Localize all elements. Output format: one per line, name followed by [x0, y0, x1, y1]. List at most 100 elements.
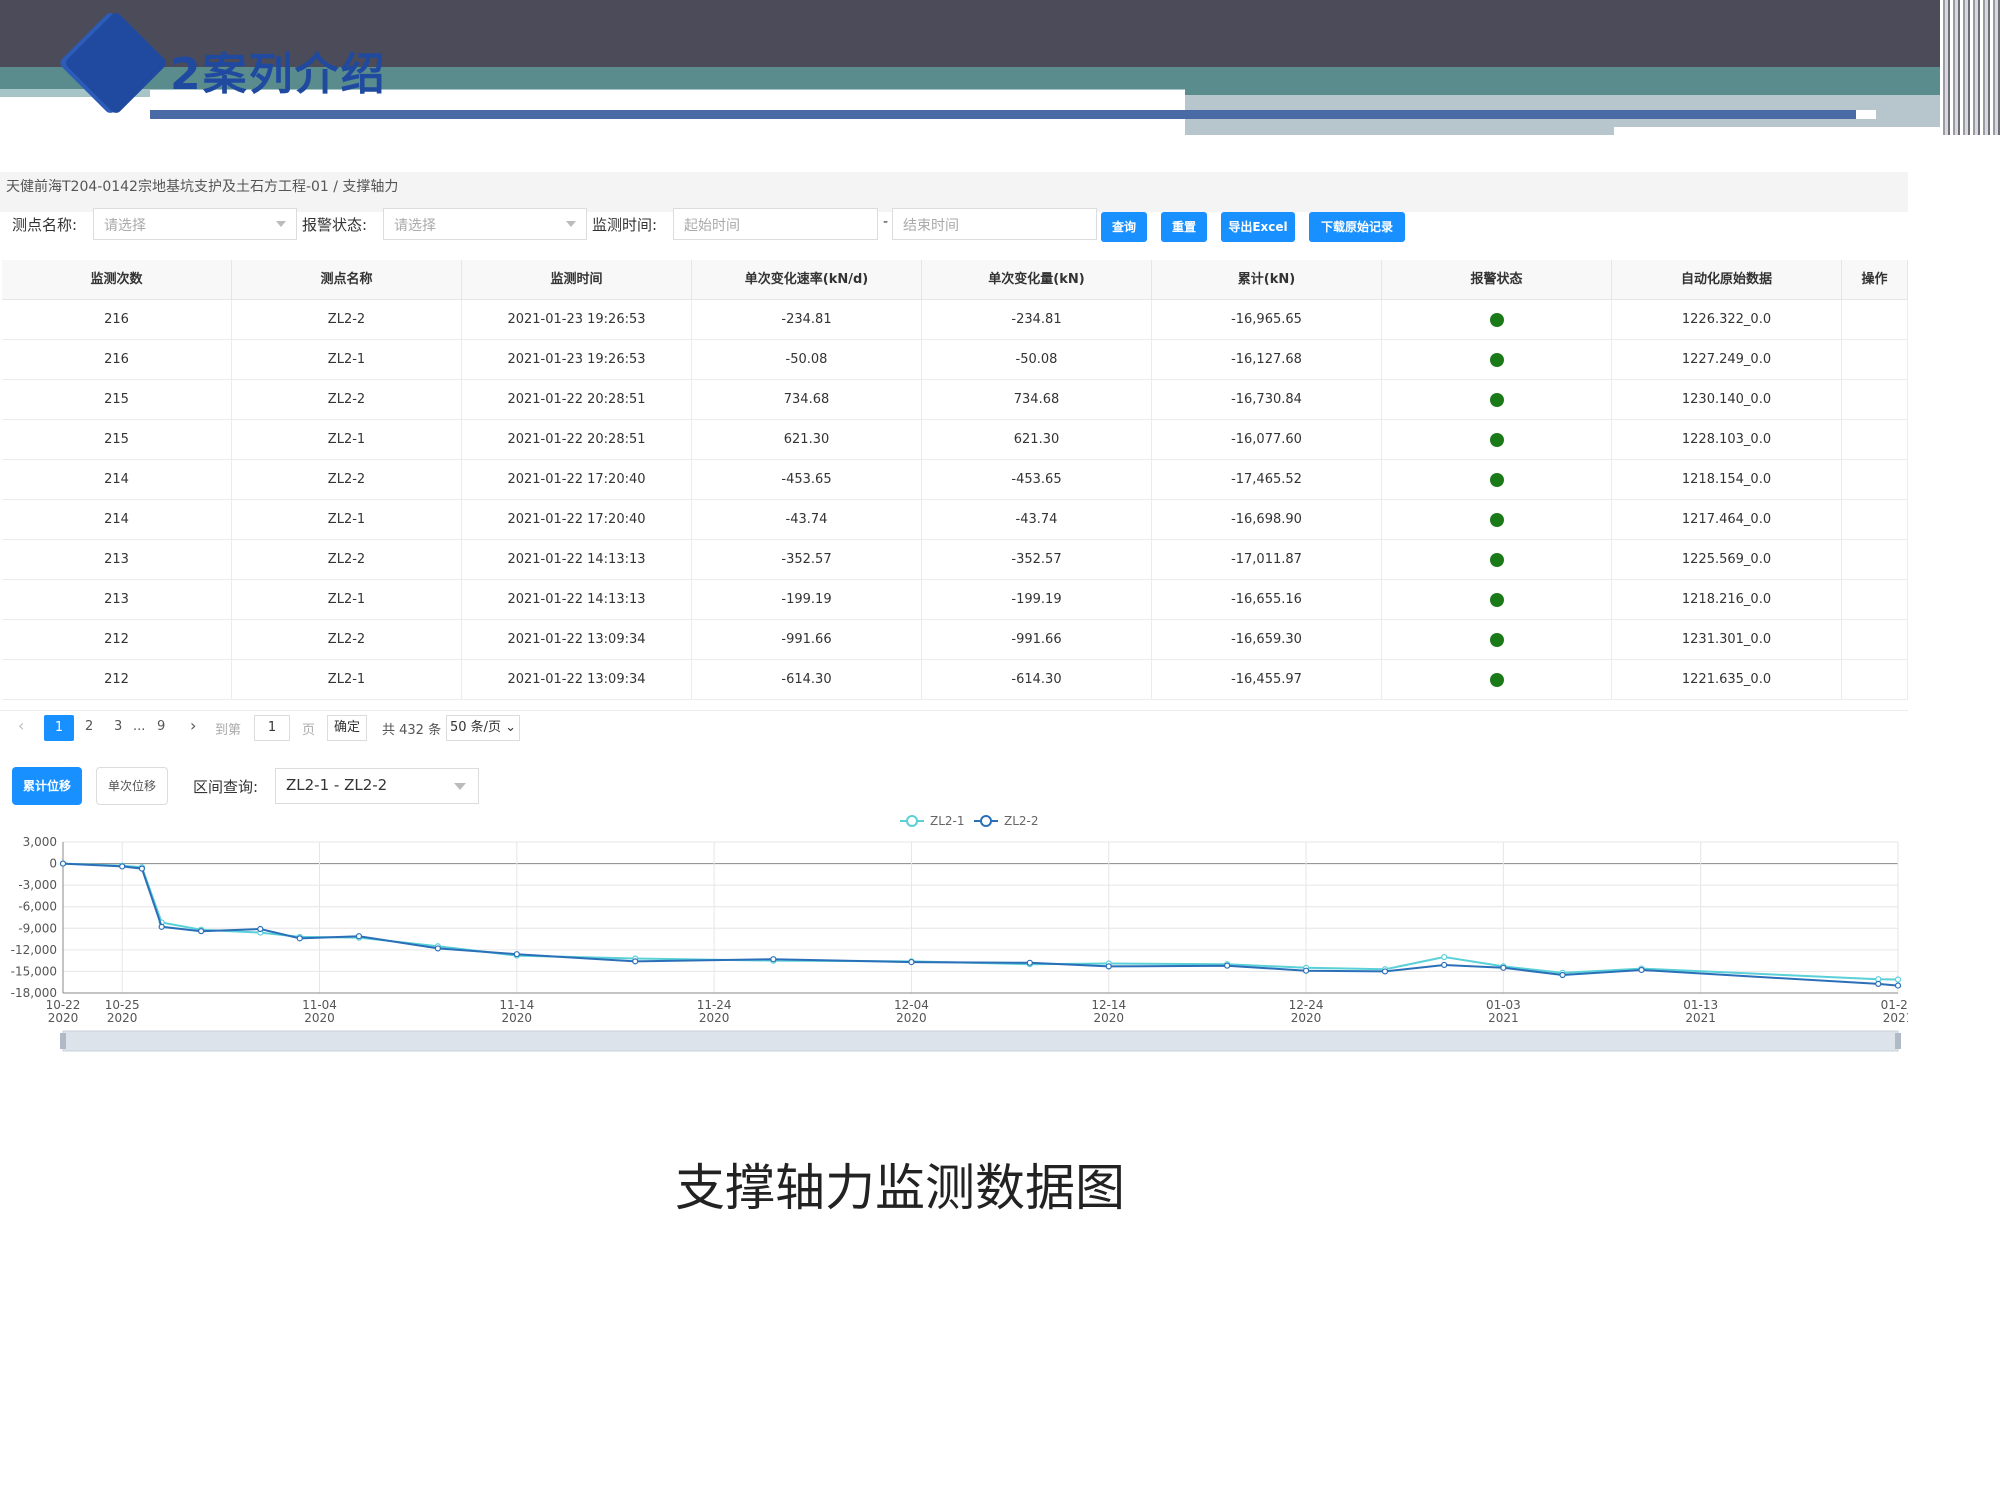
- header-band-gray-cut: [1614, 127, 1940, 135]
- start-time-input[interactable]: 起始时间: [673, 208, 878, 240]
- alarm-status-cell: [1382, 580, 1612, 620]
- cell-raw: 1218.216_0.0: [1612, 580, 1842, 620]
- cell-point: ZL2-1: [232, 660, 462, 700]
- cell-point: ZL2-1: [232, 420, 462, 460]
- alarm-status-select[interactable]: 请选择: [383, 208, 587, 240]
- data-point: [908, 958, 915, 966]
- point-name-placeholder: 请选择: [104, 218, 146, 234]
- cell-time: 2021-01-22 14:13:13: [462, 540, 692, 580]
- alarm-status-label: 报警状态:: [302, 216, 368, 234]
- point-name-select[interactable]: 请选择: [93, 208, 297, 240]
- data-point: [355, 933, 363, 940]
- alarm-status-cell: [1382, 660, 1612, 700]
- cell-time: 2021-01-22 20:28:51: [462, 420, 692, 460]
- next-page-icon[interactable]: ›: [190, 716, 196, 735]
- x-tick-year: 2020: [896, 1011, 927, 1025]
- goto-page-input[interactable]: 1: [254, 715, 290, 741]
- data-point: [1224, 962, 1231, 969]
- query-button[interactable]: 查询: [1101, 212, 1147, 242]
- page-unit-label: 页: [302, 723, 316, 738]
- cell-raw: 1217.464_0.0: [1612, 500, 1842, 540]
- cell-total: -16,455.97: [1152, 660, 1382, 700]
- table-row[interactable]: 215 ZL2-2 2021-01-22 20:28:51 734.68 734.68-…: [2, 380, 1908, 420]
- cell-change: 734.68: [922, 380, 1152, 420]
- cell-total: -16,730.84: [1152, 380, 1382, 420]
- cell-point: ZL2-2: [232, 460, 462, 500]
- alarm-status-cell: [1382, 460, 1612, 500]
- table-row[interactable]: 216 ZL2-1 2021-01-23 19:26:53 -50.08 -50.08-…: [2, 340, 1908, 380]
- x-tick-year: 2020: [48, 1011, 79, 1025]
- page-2-button[interactable]: 2: [85, 719, 93, 734]
- series-line: [62, 862, 1899, 987]
- actions-cell: [1842, 420, 1908, 460]
- page-size-select[interactable]: 50 条/页 ⌄: [446, 715, 520, 741]
- actions-cell: [1842, 580, 1908, 620]
- cell-point: ZL2-1: [232, 340, 462, 380]
- cell-rate: 621.30: [692, 420, 922, 460]
- axial-force-chart: ZL2-1 ZL2-2 3,000 0 -3,000 -6,000 -9,000 -12,00…: [11, 814, 1908, 1052]
- table-row[interactable]: 213 ZL2-1 2021-01-22 14:13:13 -199.19 -199.1…: [2, 580, 1908, 620]
- x-tick-year: 2021: [1883, 1011, 1908, 1025]
- cell-count: 214: [2, 500, 232, 540]
- page-ellipsis[interactable]: ...: [133, 719, 145, 734]
- tab-single[interactable]: 单次位移: [96, 767, 168, 805]
- x-tick-label: 11-24: [697, 998, 732, 1012]
- page-1-button[interactable]: 1: [44, 715, 74, 741]
- data-point: [770, 956, 777, 963]
- table-row[interactable]: 215 ZL2-1 2021-01-22 20:28:51 621.30 621.30-…: [2, 420, 1908, 460]
- prev-page-icon[interactable]: ‹: [18, 716, 24, 735]
- cell-point: ZL2-2: [232, 620, 462, 660]
- time-range-dash: -: [883, 214, 889, 230]
- header-rule: [150, 110, 1856, 119]
- table-row[interactable]: 212 ZL2-1 2021-01-22 13:09:34 -614.30 -614.3…: [2, 660, 1908, 700]
- goto-confirm-button[interactable]: 确定: [327, 715, 367, 741]
- cell-count: 215: [2, 420, 232, 460]
- table-row[interactable]: 216 ZL2-2 2021-01-23 19:26:53 -234.81 -234.8…: [2, 300, 1908, 340]
- range-query-value: ZL2-1 - ZL2-2: [286, 776, 388, 794]
- alarm-status-cell: [1382, 340, 1612, 380]
- cell-point: ZL2-2: [232, 540, 462, 580]
- export-excel-button[interactable]: 导出Excel: [1221, 212, 1295, 242]
- status-dot-icon: [1489, 392, 1504, 407]
- cell-change: -352.57: [922, 540, 1152, 580]
- page-3-button[interactable]: 3: [114, 719, 122, 734]
- header-rule-gap: [1856, 110, 1876, 119]
- legend-label: ZL2-1: [930, 814, 965, 828]
- range-query-label: 区间查询:: [193, 778, 259, 796]
- cell-time: 2021-01-22 20:28:51: [462, 380, 692, 420]
- status-dot-icon: [1489, 512, 1504, 527]
- cell-raw: 1225.569_0.0: [1612, 540, 1842, 580]
- actions-cell: [1842, 660, 1908, 700]
- alarm-status-cell: [1382, 500, 1612, 540]
- cell-raw: 1230.140_0.0: [1612, 380, 1842, 420]
- total-count: 共 432 条: [382, 723, 442, 738]
- column-header: 操作: [1842, 260, 1908, 300]
- data-point: [119, 863, 126, 870]
- x-tick-label: 01-13: [1683, 998, 1718, 1012]
- table-row[interactable]: 213 ZL2-2 2021-01-22 14:13:13 -352.57 -352.5…: [2, 540, 1908, 580]
- cell-point: ZL2-1: [232, 580, 462, 620]
- page-9-button[interactable]: 9: [157, 719, 165, 734]
- status-dot-icon: [1489, 632, 1504, 647]
- data-point: [1894, 982, 1902, 989]
- status-dot-icon: [1489, 552, 1504, 567]
- data-point: [632, 958, 639, 965]
- cell-change: 621.30: [922, 420, 1152, 460]
- x-tick-year: 2020: [699, 1011, 730, 1025]
- end-time-input[interactable]: 结束时间: [892, 208, 1097, 240]
- table-row[interactable]: 214 ZL2-1 2021-01-22 17:20:40 -43.74 -43.74-…: [2, 500, 1908, 540]
- y-tick-label: -9,000: [18, 921, 57, 935]
- tab-cumulative[interactable]: 累计位移: [12, 767, 82, 805]
- table-row[interactable]: 214 ZL2-2 2021-01-22 17:20:40 -453.65 -453.6…: [2, 460, 1908, 500]
- table-row[interactable]: 212 ZL2-2 2021-01-22 13:09:34 -991.66 -991.6…: [2, 620, 1908, 660]
- reset-button[interactable]: 重置: [1161, 212, 1207, 242]
- cell-count: 212: [2, 620, 232, 660]
- x-tick-year: 2020: [502, 1011, 533, 1025]
- cell-rate: -614.30: [692, 660, 922, 700]
- y-tick-label: -15,000: [11, 964, 57, 978]
- cell-time: 2021-01-22 17:20:40: [462, 500, 692, 540]
- column-header: 单次变化量(kN): [922, 260, 1152, 300]
- range-query-select[interactable]: ZL2-1 - ZL2-2: [275, 768, 479, 804]
- cell-change: -199.19: [922, 580, 1152, 620]
- download-raw-button[interactable]: 下载原始记录: [1309, 212, 1405, 242]
